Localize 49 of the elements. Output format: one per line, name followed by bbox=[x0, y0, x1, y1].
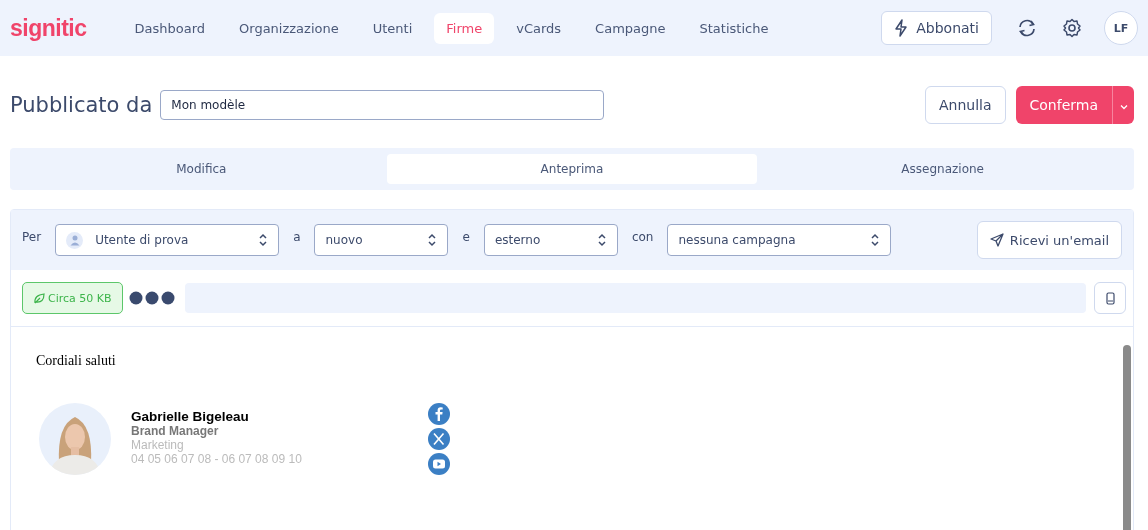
filter-select[interactable]: esterno bbox=[483, 224, 618, 256]
mobile-icon bbox=[1105, 291, 1115, 305]
dropdown-button[interactable] bbox=[1112, 86, 1134, 124]
cancel-button[interactable]: Annulla bbox=[924, 86, 1006, 124]
x-logo-icon[interactable] bbox=[428, 428, 450, 450]
chevron-icon bbox=[427, 232, 438, 248]
nav-link[interactable]: Organizzazione bbox=[227, 12, 351, 44]
filter-select[interactable]: nessuna campagna bbox=[667, 224, 892, 256]
youtube-icon[interactable] bbox=[428, 453, 450, 475]
tab[interactable]: Anteprima bbox=[386, 154, 758, 184]
lightning-icon bbox=[894, 19, 909, 37]
facebook-icon[interactable] bbox=[428, 403, 450, 425]
send-email-button[interactable]: Ricevi un'email bbox=[976, 221, 1122, 259]
caret-icon bbox=[1119, 103, 1128, 110]
mobile-view-button[interactable] bbox=[1094, 282, 1126, 314]
name-field[interactable]: Mon modèle bbox=[160, 90, 605, 120]
chevron-icon bbox=[596, 232, 607, 248]
settings-icon[interactable] bbox=[1062, 18, 1082, 38]
user-avatar[interactable]: LF bbox=[1104, 11, 1138, 45]
nav-link[interactable]: Firme bbox=[434, 12, 495, 44]
greeting-text: Cordiali saluti bbox=[36, 353, 117, 369]
filter-select[interactable]: Utente di prova bbox=[55, 224, 280, 256]
refresh-icon[interactable] bbox=[1016, 18, 1038, 38]
signature-name: Gabrielle Bigeleau bbox=[131, 410, 250, 424]
window-dots-icon bbox=[128, 291, 175, 305]
chevron-icon bbox=[258, 232, 269, 248]
leaf-icon bbox=[33, 291, 46, 305]
page-title: Pubblicato da bbox=[10, 93, 153, 117]
send-icon bbox=[989, 233, 1004, 247]
filter-label: con bbox=[631, 230, 654, 244]
signature-job-title: Brand Manager bbox=[131, 424, 220, 438]
nav-link[interactable]: Dashboard bbox=[122, 12, 218, 44]
nav-link[interactable]: Utenti bbox=[360, 12, 425, 44]
tab[interactable]: Assegnazione bbox=[757, 154, 1128, 184]
nav-link[interactable]: vCards bbox=[504, 12, 574, 44]
nav-link[interactable]: Campagne bbox=[583, 12, 678, 44]
filter-select[interactable]: nuovo bbox=[314, 224, 449, 256]
confirm-button[interactable]: Conferma bbox=[1015, 86, 1112, 124]
tab[interactable]: Modifica bbox=[16, 154, 387, 184]
nav-link[interactable]: Statistiche bbox=[687, 12, 781, 44]
filter-label: e bbox=[462, 230, 470, 244]
subscribe-button[interactable]: Abbonati bbox=[881, 11, 992, 45]
filter-label: Per bbox=[22, 230, 42, 244]
user-icon bbox=[66, 231, 84, 249]
signature-phone: 04 05 06 07 08 - 06 07 08 09 10 bbox=[131, 452, 303, 466]
chevron-icon bbox=[870, 232, 881, 248]
filter-label: a bbox=[293, 230, 301, 244]
size-badge: Circa 50 KB bbox=[22, 282, 123, 314]
signature-department: Marketing bbox=[131, 438, 185, 452]
